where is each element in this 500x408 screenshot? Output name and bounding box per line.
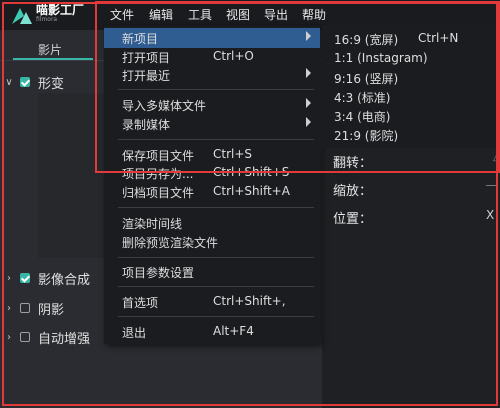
annotation-box-window	[2, 2, 498, 406]
